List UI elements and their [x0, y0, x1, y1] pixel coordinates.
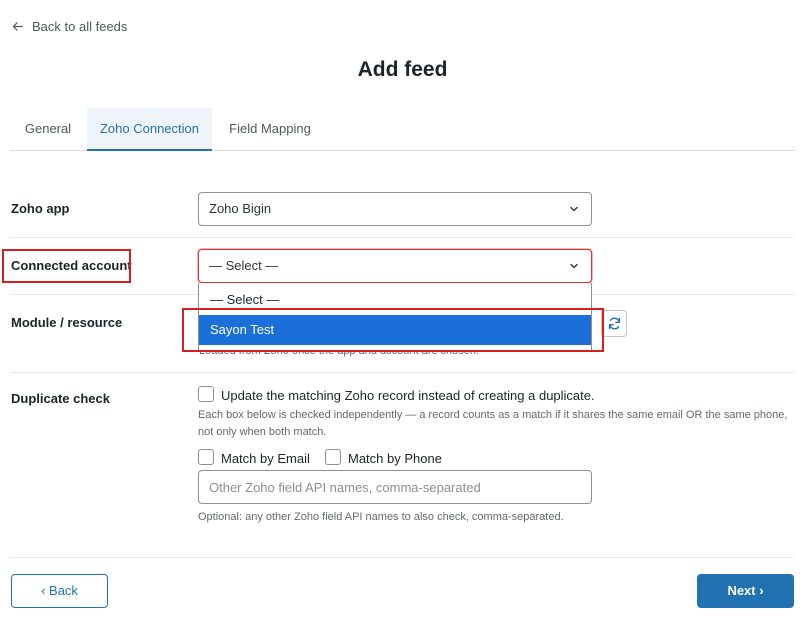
footer-divider [10, 557, 795, 558]
duplicate-check-label: Duplicate check [11, 391, 110, 406]
update-record-checkbox[interactable] [198, 386, 214, 402]
match-phone-label: Match by Phone [348, 451, 442, 466]
tab-general[interactable]: General [12, 108, 84, 150]
module-resource-label: Module / resource [11, 315, 123, 330]
tab-zoho-connection[interactable]: Zoho Connection [87, 108, 212, 151]
arrow-left-icon [12, 22, 23, 31]
dropdown-option-select[interactable]: — Select — [199, 285, 591, 315]
zoho-app-value: Zoho Bigin [209, 201, 272, 216]
refresh-modules-button[interactable] [601, 310, 627, 337]
page-title: Add feed [357, 58, 448, 81]
duplicate-help-line-2: not only when both match. [198, 426, 327, 438]
connected-account-value: — Select — [209, 258, 279, 273]
back-link-label: Back to all feeds [32, 19, 128, 34]
update-record-label: Update the matching Zoho record instead … [221, 388, 595, 403]
match-email-label: Match by Email [221, 451, 310, 466]
tab-field-mapping[interactable]: Field Mapping [217, 108, 323, 150]
row-divider [10, 237, 795, 238]
match-phone-checkbox[interactable] [325, 449, 341, 465]
match-email-checkbox[interactable] [198, 449, 214, 465]
other-fields-help: Optional: any other Zoho field API names… [198, 511, 564, 523]
connected-account-label: Connected account [11, 258, 132, 273]
next-button[interactable]: Next › [697, 574, 794, 608]
connected-account-dropdown: — Select — Sayon Test [198, 283, 592, 351]
duplicate-help-line-1: Each box below is checked independently … [198, 409, 788, 421]
zoho-app-label: Zoho app [11, 201, 70, 216]
back-to-feeds-link[interactable]: Back to all feeds [12, 19, 127, 34]
zoho-app-select[interactable]: Zoho Bigin [198, 192, 592, 226]
back-button[interactable]: ‹ Back [11, 574, 108, 608]
refresh-icon [608, 317, 621, 330]
chevron-down-icon [570, 263, 578, 269]
tab-bar: General Zoho Connection Field Mapping [10, 108, 795, 151]
other-fields-input[interactable] [198, 470, 592, 504]
dropdown-option-sayon-test[interactable]: Sayon Test [199, 315, 591, 345]
chevron-down-icon [570, 206, 578, 212]
connected-account-select[interactable]: — Select — [198, 249, 592, 283]
row-divider [10, 372, 795, 373]
